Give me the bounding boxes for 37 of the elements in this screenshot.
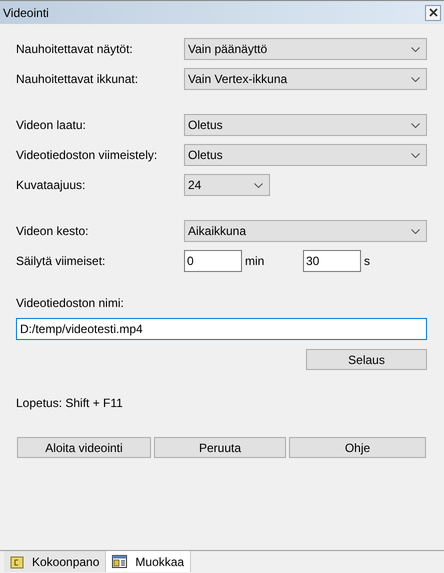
field-label: Säilytä viimeiset: xyxy=(16,254,106,268)
dropdown[interactable]: Oletus xyxy=(184,114,427,136)
minutes-field[interactable]: 0 xyxy=(184,250,242,272)
field-label: Kuvataajuus: xyxy=(16,178,86,192)
field-label: Nauhoitettavat ikkunat: xyxy=(16,72,140,86)
seconds-field[interactable]: 30 xyxy=(303,250,361,272)
form-icon xyxy=(112,555,128,568)
field-label: Videon laatu: xyxy=(16,118,87,132)
chevron-down-icon xyxy=(411,46,420,52)
unit-label: min xyxy=(245,254,266,268)
chevron-down-icon xyxy=(411,228,420,234)
browse-button[interactable]: Selaus xyxy=(306,349,427,370)
dialog-button[interactable]: Ohje xyxy=(289,437,426,458)
file-name-field[interactable]: D:/temp/videotesti.mp4 xyxy=(16,318,427,340)
dropdown[interactable]: Vain Vertex-ikkuna xyxy=(184,68,427,90)
dropdown[interactable]: Oletus xyxy=(184,144,427,166)
dialog-button[interactable]: Peruuta xyxy=(154,437,286,458)
folder-icon xyxy=(10,554,24,568)
close-icon xyxy=(428,8,438,17)
unit-label: s xyxy=(364,254,371,268)
close-button[interactable] xyxy=(425,4,441,20)
field-label: Videon kesto: xyxy=(16,224,90,238)
dropdown[interactable]: Aikaikkuna xyxy=(184,220,427,242)
dropdown[interactable]: 24 xyxy=(184,174,270,196)
tab[interactable]: Kokoonpano xyxy=(4,551,106,572)
field-label: Videotiedoston viimeistely: xyxy=(16,148,158,162)
dropdown[interactable]: Vain päänäyttö xyxy=(184,38,427,60)
shortcut-hint: Lopetus: Shift + F11 xyxy=(16,396,124,410)
dialog-button[interactable]: Aloita videointi xyxy=(17,437,151,458)
chevron-down-icon xyxy=(254,182,263,188)
tab[interactable]: Muokkaa xyxy=(106,551,192,572)
window-title: Videointi xyxy=(3,6,49,20)
chevron-down-icon xyxy=(411,152,420,158)
chevron-down-icon xyxy=(411,122,420,128)
field-label: Videotiedoston nimi: xyxy=(16,296,125,310)
field-label: Nauhoitettavat näytöt: xyxy=(16,42,134,56)
chevron-down-icon xyxy=(411,76,420,82)
